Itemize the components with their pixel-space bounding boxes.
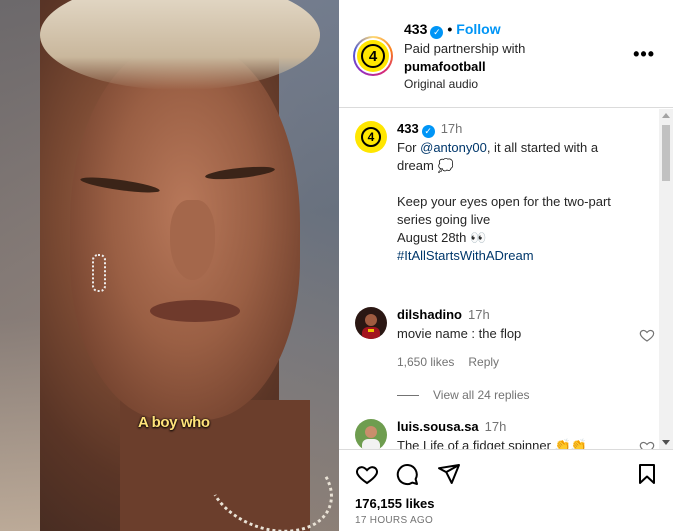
- video-subtitle: A boy who: [138, 414, 210, 431]
- avatar[interactable]: [355, 419, 387, 449]
- view-replies-label: View all 24 replies: [433, 388, 530, 402]
- post-sidebar: 4 433 ✓ • Follow Paid partnership with puma…: [339, 0, 673, 531]
- heart-icon[interactable]: [639, 439, 655, 449]
- share-icon[interactable]: [437, 462, 461, 486]
- comment-body: luis.sousa.sa 17h The Life of a fidget sp…: [397, 419, 627, 449]
- caption-header: 433 ✓ 17h: [397, 121, 462, 138]
- comment-likes[interactable]: 1,650 likes: [397, 355, 454, 369]
- header-username-row: 433 ✓ • Follow: [404, 21, 501, 39]
- post-footer: 176,155 likes 17 HOURS AGO: [339, 449, 673, 531]
- partnership-label: Paid partnership with: [404, 41, 526, 56]
- mention-link[interactable]: @antony00: [420, 140, 487, 155]
- action-bar: [353, 462, 659, 488]
- profile-avatar[interactable]: 4: [353, 36, 393, 76]
- comment-username[interactable]: luis.sousa.sa: [397, 419, 479, 434]
- caption-line3: August 28th 👀: [397, 230, 487, 245]
- comment-body: dilshadino 17h movie name : the flop 1,65…: [397, 307, 627, 369]
- posted-time: 17 HOURS AGO: [355, 515, 434, 526]
- caption-time: 17h: [440, 121, 463, 136]
- comments-scroll-area[interactable]: 4 433 ✓ 17h For @antony00, it all started …: [339, 109, 673, 449]
- background-left: [0, 0, 40, 531]
- comment-time: 17h: [484, 419, 507, 434]
- header-username[interactable]: 433: [404, 21, 427, 37]
- caption-prefix: For: [397, 140, 421, 155]
- hashtag-link[interactable]: #ItAllStartsWithADream: [397, 247, 637, 265]
- heart-icon[interactable]: [355, 462, 379, 486]
- comment-text: The Life of a fidget spinner 👏👏: [397, 438, 587, 449]
- view-replies-button[interactable]: View all 24 replies: [397, 388, 530, 402]
- bookmark-icon[interactable]: [635, 462, 659, 486]
- nose: [170, 200, 215, 280]
- comment-time: 17h: [468, 307, 490, 322]
- scroll-up-icon[interactable]: [662, 113, 670, 118]
- caption-line2: Keep your eyes open for the two-part ser…: [397, 194, 611, 227]
- post-media[interactable]: A boy who: [0, 0, 339, 531]
- scrollbar-thumb[interactable]: [662, 125, 670, 181]
- separator-dot: •: [447, 21, 453, 37]
- comment-icon[interactable]: [395, 462, 419, 486]
- follow-button[interactable]: Follow: [456, 21, 500, 37]
- verified-icon: ✓: [430, 26, 444, 39]
- earring: [92, 254, 106, 292]
- hair: [40, 0, 320, 90]
- verified-icon: ✓: [421, 125, 435, 138]
- comment-text: movie name : the flop: [397, 326, 522, 341]
- replies-divider: [397, 395, 419, 397]
- 433-logo-icon: 4: [361, 44, 385, 68]
- avatar[interactable]: [355, 307, 387, 339]
- heart-icon[interactable]: [639, 327, 655, 343]
- scroll-down-icon[interactable]: [662, 440, 670, 445]
- reply-button[interactable]: Reply: [468, 355, 499, 369]
- 433-logo-icon: 4: [361, 127, 381, 147]
- caption-avatar[interactable]: 4: [355, 121, 387, 153]
- scrollbar[interactable]: [659, 109, 673, 449]
- caption-username[interactable]: 433: [397, 121, 419, 136]
- partner-link[interactable]: pumafootball: [404, 59, 486, 74]
- lips: [150, 300, 240, 322]
- audio-link[interactable]: Original audio: [404, 77, 478, 91]
- post-header: 4 433 ✓ • Follow Paid partnership with puma…: [339, 0, 673, 108]
- caption-text: For @antony00, it all started with a dre…: [397, 139, 637, 265]
- comment-username[interactable]: dilshadino: [397, 307, 462, 322]
- likes-count[interactable]: 176,155 likes: [355, 496, 435, 511]
- more-icon[interactable]: •••: [633, 44, 655, 65]
